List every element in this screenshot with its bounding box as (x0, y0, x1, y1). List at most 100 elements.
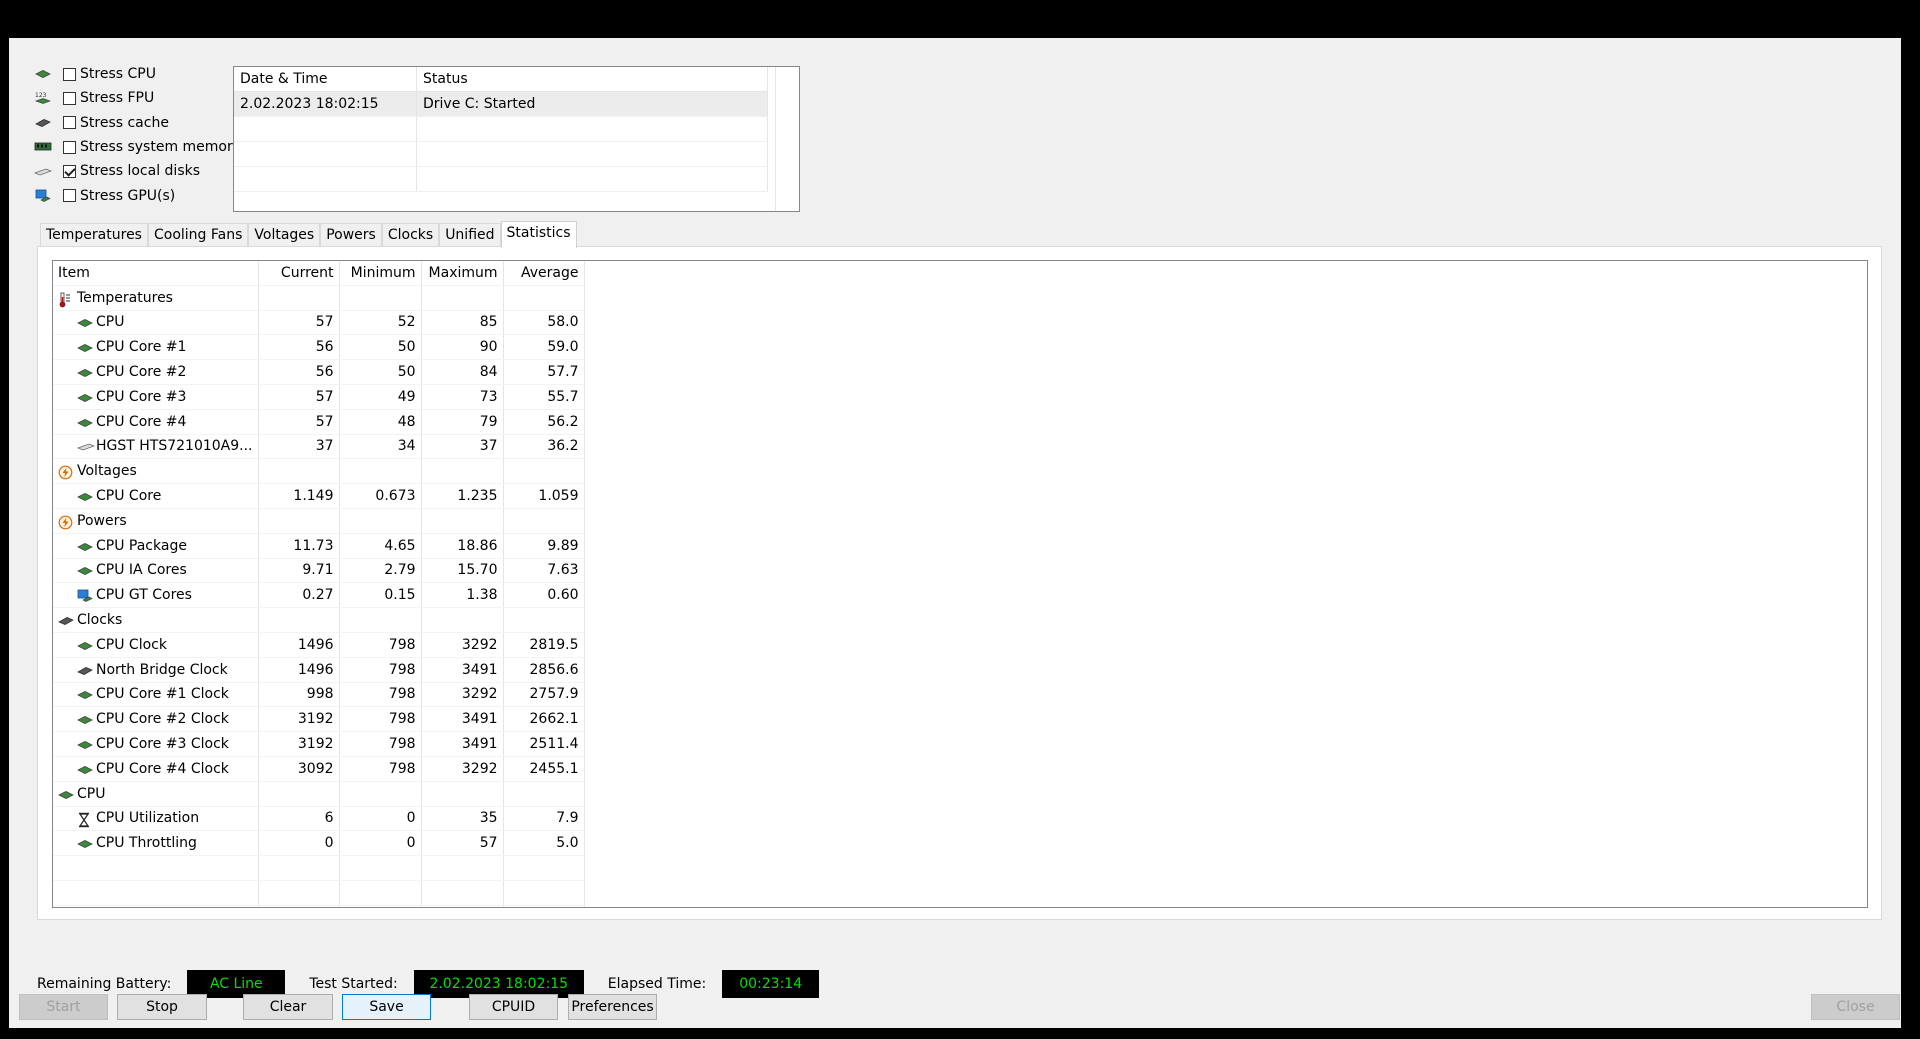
stats-average-cell: 2455.1 (503, 756, 585, 782)
stats-average-cell: 56.2 (503, 409, 585, 435)
stats-item-label: CPU Package (96, 537, 187, 554)
stats-header-row: Item Current Minimum Maximum Average (53, 261, 585, 286)
stats-maximum-cell: 3292 (421, 632, 504, 658)
stats-current-cell: 9.71 (258, 558, 340, 584)
stats-minimum-cell: 50 (339, 359, 422, 385)
stats-average-cell: 1.059 (503, 483, 585, 509)
stats-row[interactable]: North Bridge Clock 1496 798 3491 2856.6 (53, 657, 585, 683)
stats-group-row[interactable]: Voltages (53, 458, 585, 485)
preferences-button[interactable]: Preferences (568, 994, 657, 1020)
stats-item-cell: CPU Core #1 (53, 334, 259, 361)
stats-row[interactable]: CPU Core #4 57 48 79 56.2 (53, 409, 585, 435)
stats-average-cell: 7.9 (503, 806, 585, 832)
stress-option-stress-fpu[interactable]: 123 Stress FPU (33, 86, 241, 110)
stress-option-label[interactable]: Stress CPU (80, 66, 156, 82)
stats-row[interactable]: CPU IA Cores 9.71 2.79 15.70 7.63 (53, 558, 585, 584)
cpu-chip-icon (77, 416, 93, 428)
stats-current-cell: 37 (258, 434, 340, 460)
stats-item-label: Powers (77, 512, 127, 529)
header-average[interactable]: Average (503, 261, 585, 286)
stats-item-cell: CPU Core #2 Clock (53, 706, 259, 733)
stress-option-label[interactable]: Stress system memory (80, 139, 241, 155)
stats-maximum-cell (421, 285, 504, 311)
stats-row[interactable]: CPU Core #2 Clock 3192 798 3491 2662.1 (53, 706, 585, 733)
log-row[interactable]: 2.02.2023 18:02:15 Drive C: Started (234, 91, 768, 117)
stats-group-row[interactable]: CPU (53, 781, 585, 807)
stats-current-cell: 1496 (258, 632, 340, 658)
stress-checkbox[interactable] (63, 116, 76, 130)
stress-option-label[interactable]: Stress cache (80, 115, 169, 131)
log-scrollbar[interactable] (775, 67, 799, 211)
clear-button[interactable]: Clear (243, 994, 333, 1020)
stress-option-stress-cpu[interactable]: Stress CPU (33, 62, 241, 86)
stats-row[interactable]: HGST HTS721010A9... 37 34 37 36.2 (53, 434, 585, 460)
stress-checkbox[interactable] (63, 140, 76, 154)
stats-average-cell (503, 458, 585, 485)
stats-group-row[interactable]: Powers (53, 508, 585, 534)
cpu-chip-icon (77, 366, 93, 378)
save-button[interactable]: Save (342, 994, 431, 1020)
close-button[interactable]: Close (1811, 994, 1900, 1020)
stats-row[interactable]: CPU Clock 1496 798 3292 2819.5 (53, 632, 585, 658)
stats-item-cell: Temperatures (53, 285, 259, 311)
stress-option-label[interactable]: Stress local disks (80, 163, 200, 179)
log-header-status[interactable]: Status (416, 67, 768, 92)
stress-option-label[interactable]: Stress FPU (80, 90, 154, 106)
stats-item-cell: CPU (53, 310, 259, 336)
stats-row[interactable]: CPU Core #3 57 49 73 55.7 (53, 384, 585, 410)
event-log[interactable]: Date & Time Status 2.02.2023 18:02:15 Dr… (233, 66, 800, 212)
tab-temperatures[interactable]: Temperatures (40, 223, 148, 246)
stats-group-row[interactable]: Temperatures (53, 285, 585, 311)
stats-average-cell: 2757.9 (503, 682, 585, 708)
stats-item-label: Temperatures (77, 289, 173, 306)
stats-row[interactable]: CPU Core #3 Clock 3192 798 3491 2511.4 (53, 731, 585, 757)
tab-unified[interactable]: Unified (439, 223, 501, 246)
stress-checkbox[interactable] (63, 189, 76, 203)
statistics-table[interactable]: Item Current Minimum Maximum Average Tem… (52, 260, 1868, 908)
stats-row[interactable]: CPU Core #1 56 50 90 59.0 (53, 334, 585, 361)
stats-minimum-cell: 4.65 (339, 533, 422, 559)
tab-powers[interactable]: Powers (320, 223, 382, 246)
stats-row[interactable]: CPU GT Cores 0.27 0.15 1.38 0.60 (53, 582, 585, 609)
stats-row[interactable]: CPU Core #2 56 50 84 57.7 (53, 359, 585, 385)
tab-cooling-fans[interactable]: Cooling Fans (147, 223, 249, 246)
stats-row[interactable]: CPU Throttling 0 0 57 5.0 (53, 830, 585, 857)
stats-row[interactable]: CPU 57 52 85 58.0 (53, 310, 585, 336)
header-maximum[interactable]: Maximum (421, 261, 504, 286)
stats-row[interactable]: CPU Utilization 6 0 35 7.9 (53, 806, 585, 832)
stats-row[interactable]: CPU Package 11.73 4.65 18.86 9.89 (53, 533, 585, 559)
stats-item-label: CPU (77, 785, 106, 802)
stats-item-label: CPU Core #2 (96, 364, 187, 381)
stats-group-row[interactable]: Clocks (53, 607, 585, 633)
tab-statistics[interactable]: Statistics (500, 221, 577, 248)
stress-option-stress-gpu-s[interactable]: Stress GPU(s) (33, 183, 241, 207)
stats-row[interactable]: CPU Core 1.149 0.673 1.235 1.059 (53, 483, 585, 509)
stress-option-stress-system-memory[interactable]: Stress system memory (33, 135, 241, 159)
stop-button[interactable]: Stop (117, 994, 207, 1020)
tab-voltages[interactable]: Voltages (248, 223, 321, 246)
start-button[interactable]: Start (19, 994, 108, 1020)
stress-checkbox[interactable] (63, 91, 76, 105)
stats-row[interactable]: CPU Core #4 Clock 3092 798 3292 2455.1 (53, 756, 585, 782)
stats-average-cell: 0.60 (503, 582, 585, 609)
header-minimum[interactable]: Minimum (339, 261, 422, 286)
voltage-bolt-icon (58, 465, 74, 480)
stats-row[interactable]: CPU Core #1 Clock 998 798 3292 2757.9 (53, 682, 585, 708)
stats-maximum-cell (421, 607, 504, 633)
cpuid-button[interactable]: CPUID (469, 994, 558, 1020)
stats-minimum-cell: 0.673 (339, 483, 422, 509)
stats-minimum-cell: 798 (339, 756, 422, 782)
header-item[interactable]: Item (53, 261, 259, 286)
log-header-datetime[interactable]: Date & Time (234, 67, 417, 92)
stress-option-stress-local-disks[interactable]: Stress local disks (33, 159, 241, 183)
stats-item-label: CPU Core #4 Clock (96, 760, 229, 777)
stress-checkbox[interactable] (63, 164, 76, 178)
header-current[interactable]: Current (258, 261, 340, 286)
stress-option-label[interactable]: Stress GPU(s) (80, 188, 175, 204)
stress-option-stress-cache[interactable]: Stress cache (33, 111, 241, 135)
stats-minimum-cell: 48 (339, 409, 422, 435)
stress-checkbox[interactable] (63, 67, 76, 81)
tab-clocks[interactable]: Clocks (381, 223, 440, 246)
stats-minimum-cell: 50 (339, 334, 422, 361)
stats-minimum-cell: 0 (339, 830, 422, 857)
